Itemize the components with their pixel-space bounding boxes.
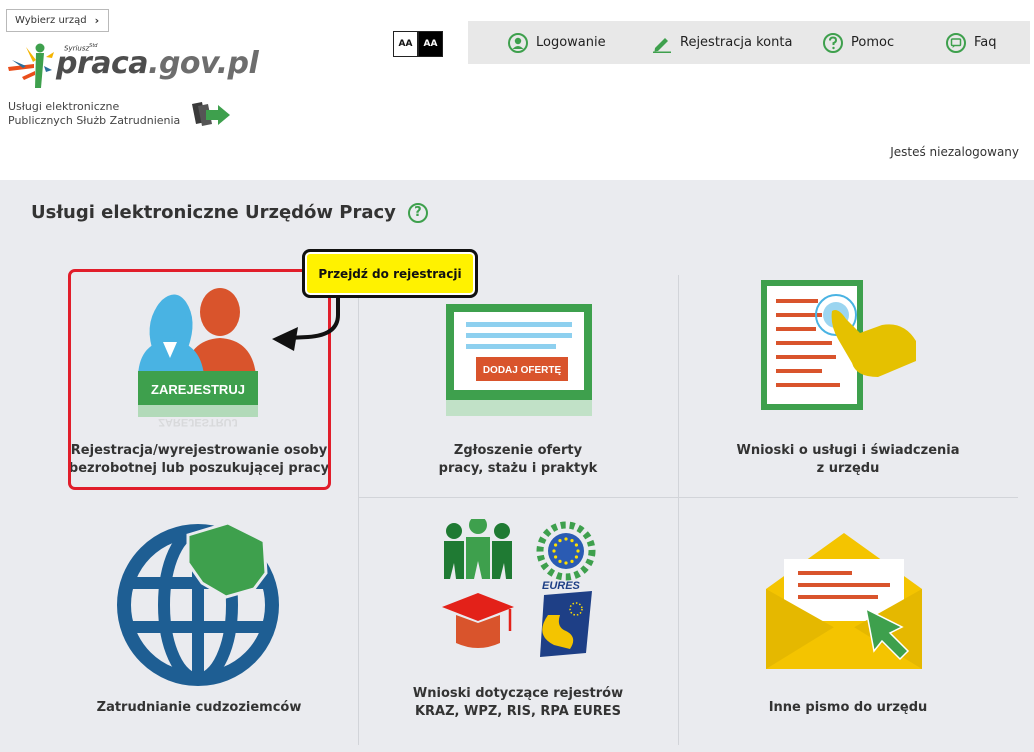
nav-login-label: Logowanie: [536, 35, 606, 50]
choose-office-label: Wybierz urząd: [15, 15, 87, 26]
tile-foreigners-label: Zatrudnianie cudzoziemców: [40, 699, 358, 717]
chat-icon: [946, 32, 966, 53]
section-heading: Usługi elektroniczne Urzędów Pracy ?: [31, 202, 428, 223]
nav-faq-link[interactable]: Faq: [946, 32, 997, 53]
eures-logo-text: EURES: [542, 580, 581, 592]
contrast-switcher: AA AA: [393, 31, 443, 57]
services-subtitle: Usługi elektroniczne Publicznych Służb Z…: [8, 100, 180, 128]
nav-register-link[interactable]: Rejestracja konta: [652, 33, 792, 53]
contrast-normal-button[interactable]: AA: [393, 31, 418, 57]
tile-job-offer-line1: Zgłoszenie oferty: [453, 443, 583, 458]
services-panel: Usługi elektroniczne Urzędów Pracy ? ZAR…: [0, 180, 1034, 752]
section-title-text: Usługi elektroniczne Urzędów Pracy: [31, 202, 396, 223]
logo-prefix: praca: [56, 46, 149, 81]
tile-job-offer-line2: pracy, stażu i praktyk: [438, 461, 598, 476]
tile-registries-label: Wnioski dotyczące rejestrów KRAZ, WPZ, R…: [358, 685, 678, 721]
tile-applications-line2: z urzędu: [816, 461, 880, 476]
services-line2: Publicznych Służb Zatrudnienia: [8, 114, 181, 127]
logo-suffix: .gov.pl: [148, 46, 259, 81]
services-line1: Usługi elektroniczne: [8, 100, 120, 113]
nav-help-label: Pomoc: [851, 35, 895, 50]
tile-registries-line1: Wnioski dotyczące rejestrów: [412, 686, 624, 701]
top-navigation: Logowanie Rejestracja konta Pomoc Faq: [468, 21, 1030, 64]
job-offer-icon: DODAJ OFERTĘ: [446, 304, 592, 416]
nav-login-link[interactable]: Logowanie: [508, 32, 606, 53]
login-status: Jesteś niezalogowany: [890, 145, 1019, 159]
tile-registries-line2: KRAZ, WPZ, RIS, RPA EURES: [414, 704, 622, 719]
document-touch-icon: [761, 280, 916, 410]
envelope-letter-icon: [766, 533, 922, 669]
psz-logo-icon: [192, 102, 230, 126]
job-offer-badge-text: DODAJ OFERTĘ: [483, 365, 562, 376]
tile-other-letter-label: Inne pismo do urzędu: [678, 699, 1018, 717]
contrast-high-button[interactable]: AA: [418, 31, 443, 57]
nav-register-label: Rejestracja konta: [680, 35, 793, 50]
pencil-icon: [653, 37, 671, 53]
tile-applications-label: Wnioski o usługi i świadczenia z urzędu: [678, 442, 1018, 478]
nav-help-link[interactable]: Pomoc: [823, 32, 895, 53]
help-icon: [823, 32, 843, 53]
tile-foreigners[interactable]: Zatrudnianie cudzoziemców: [40, 497, 358, 747]
page-header: Wybierz urząd › SyriuszStd praca.gov.pl …: [0, 0, 1034, 180]
tile-applications[interactable]: Wnioski o usługi i świadczenia z urzędu: [678, 275, 1018, 497]
logo-figure-icon: [8, 43, 54, 88]
tile-job-offer-label: Zgłoszenie oferty pracy, stażu i praktyk: [358, 442, 678, 478]
section-help-icon[interactable]: ?: [407, 202, 428, 223]
tile-other-letter[interactable]: Inne pismo do urzędu: [678, 497, 1018, 747]
tile-registries[interactable]: EURES Wnioski dotyczące rejestrów KRAZ, …: [358, 497, 678, 747]
praca-gov-logo[interactable]: SyriuszStd praca.gov.pl: [6, 40, 259, 92]
chevron-right-icon: ›: [94, 14, 100, 27]
tile-applications-line1: Wnioski o usługi i świadczenia: [736, 443, 960, 458]
choose-office-button[interactable]: Wybierz urząd ›: [6, 9, 110, 32]
tile-job-offer[interactable]: DODAJ OFERTĘ Zgłoszenie oferty pracy, st…: [358, 275, 678, 497]
user-icon: [508, 32, 528, 53]
tile-other-letter-line1: Inne pismo do urzędu: [768, 700, 928, 715]
nav-faq-label: Faq: [974, 35, 997, 50]
registries-icon: EURES: [442, 519, 596, 657]
globe-poland-icon: [117, 523, 279, 686]
tile-foreigners-line1: Zatrudnianie cudzoziemców: [96, 700, 302, 715]
